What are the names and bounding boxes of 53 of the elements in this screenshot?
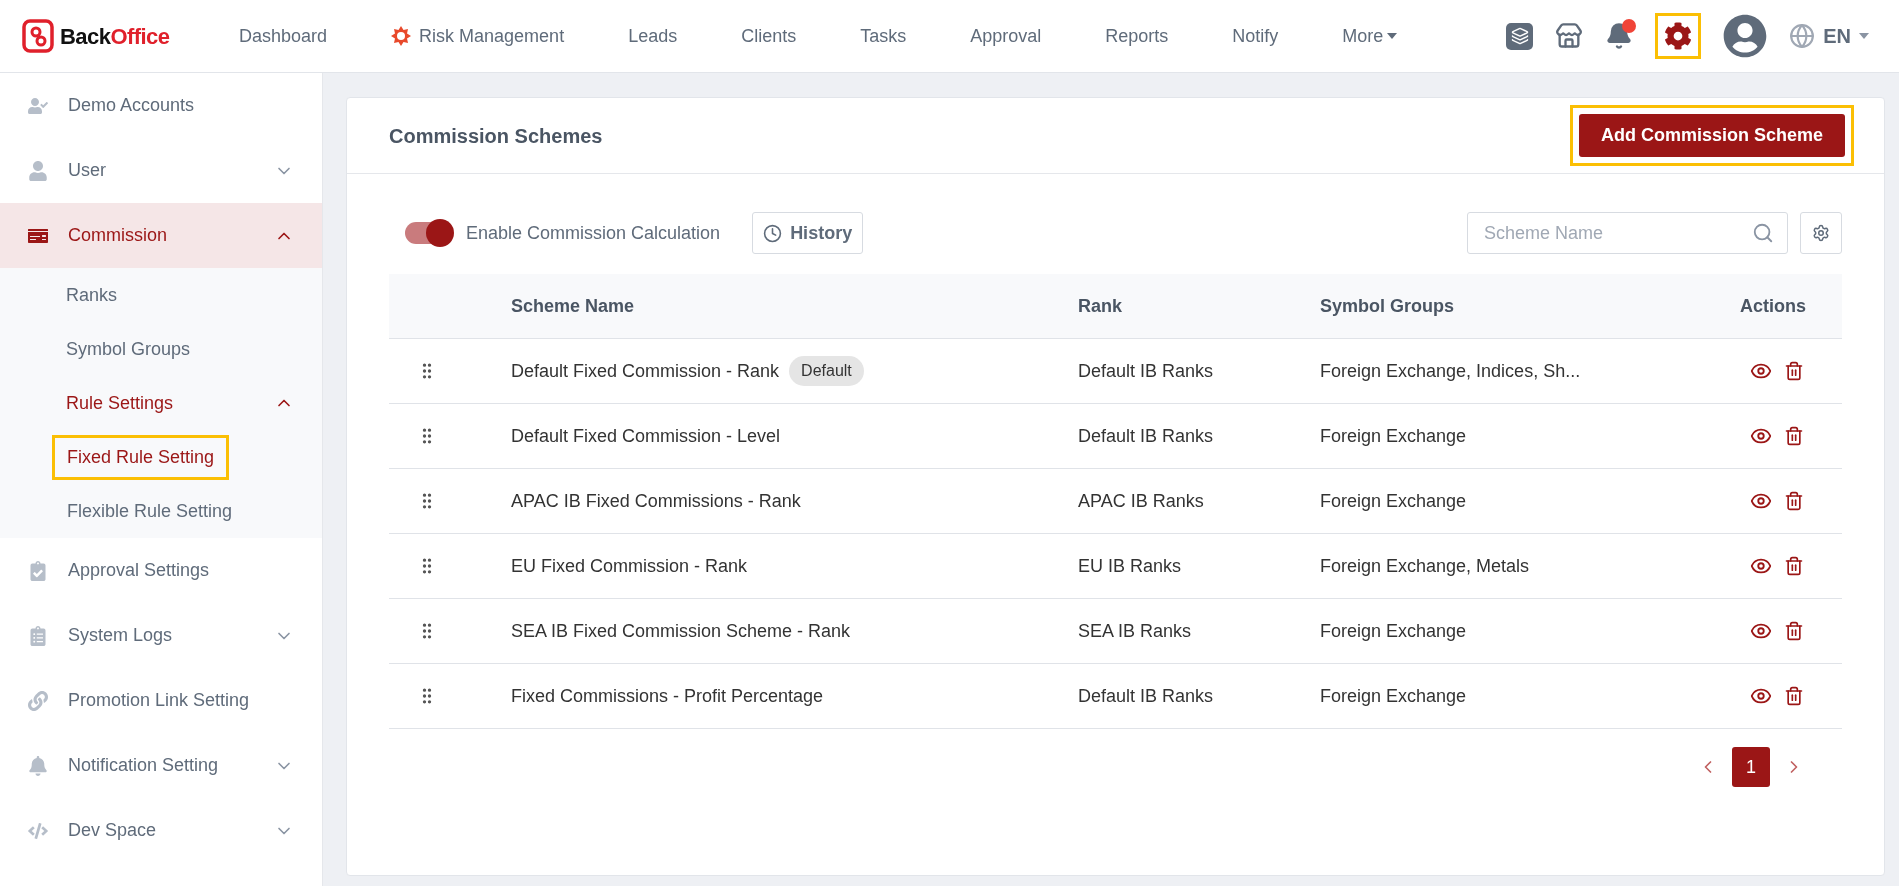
symbol-groups-cell-text: Foreign Exchange — [1320, 424, 1468, 448]
scheme-name: Fixed Commissions - Profit Percentage — [511, 684, 824, 708]
scheme-name: Default Fixed Commission - Level — [511, 424, 781, 448]
submenu-item[interactable]: Ranks — [66, 281, 294, 309]
scheme-name: APAC IB Fixed Commissions - Rank — [511, 489, 801, 513]
rank-cell-text: Default IB Ranks — [1078, 684, 1215, 708]
page-button[interactable]: 1 — [1732, 747, 1770, 787]
column-header: Actions — [1740, 294, 1807, 318]
rank-cell-text: EU IB Ranks — [1078, 554, 1183, 578]
submenu-item[interactable]: Fixed Rule Setting — [52, 434, 230, 480]
symbol-groups-cell-text: Foreign Exchange — [1320, 684, 1468, 708]
column-header: Scheme Name — [511, 294, 636, 318]
column-header: Rank — [1078, 294, 1123, 318]
symbol-groups-cell-text: Foreign Exchange — [1320, 489, 1468, 513]
submenu-item[interactable]: Symbol Groups — [66, 335, 294, 363]
language-select[interactable]: EN — [1789, 21, 1869, 51]
default-tag: Default — [789, 356, 864, 386]
nav-link[interactable]: Reports — [1105, 22, 1169, 50]
nav-link[interactable]: Risk Management — [391, 22, 565, 50]
submenu-item[interactable]: Flexible Rule Setting — [52, 488, 248, 534]
rank-cell-text: APAC IB Ranks — [1078, 489, 1205, 513]
nav-link[interactable]: Notify — [1232, 22, 1279, 50]
nav-link[interactable]: Leads — [628, 22, 678, 50]
nav-dropdown[interactable]: More — [1342, 22, 1398, 50]
column-header: Symbol Groups — [1320, 294, 1455, 318]
nav-link[interactable]: Tasks — [860, 22, 907, 50]
sidebar-item[interactable]: Commission — [0, 203, 322, 268]
brand-name: BackOffice — [60, 22, 170, 51]
scheme-name: Default Fixed Commission - Rank — [511, 359, 780, 383]
symbol-groups-cell-text: Foreign Exchange, Metals — [1320, 554, 1531, 578]
symbol-groups-cell-text: Foreign Exchange, Indices, Sh... — [1320, 359, 1582, 383]
history-button[interactable]: History — [752, 212, 864, 254]
search-field[interactable]: Scheme Name — [1467, 212, 1788, 254]
sidebar-item[interactable]: User — [0, 138, 322, 203]
sidebar-item[interactable]: Notification Setting — [0, 733, 322, 798]
nav-link[interactable]: Dashboard — [239, 22, 328, 50]
submenu-item[interactable]: Rule Settings — [66, 389, 294, 417]
nav-link[interactable]: Approval — [970, 22, 1042, 50]
symbol-groups-cell-text: Foreign Exchange — [1320, 619, 1468, 643]
toggle-label: Enable Commission Calculation — [466, 221, 721, 245]
add-scheme-button[interactable]: Add Commission Scheme — [1578, 114, 1845, 157]
rank-cell-text: Default IB Ranks — [1078, 424, 1215, 448]
sidebar-item[interactable]: Approval Settings — [0, 538, 322, 603]
nav-link[interactable]: Clients — [741, 22, 797, 50]
card-title: Commission Schemes — [389, 123, 604, 149]
sidebar-item[interactable]: Dev Space — [0, 798, 322, 863]
scheme-name: EU Fixed Commission - Rank — [511, 554, 748, 578]
rank-cell-text: SEA IB Ranks — [1078, 619, 1193, 643]
sidebar-item[interactable]: Promotion Link Setting — [0, 668, 322, 733]
scheme-name: SEA IB Fixed Commission Scheme - Rank — [511, 619, 851, 643]
sidebar-item[interactable]: System Logs — [0, 603, 322, 668]
rank-cell-text: Default IB Ranks — [1078, 359, 1215, 383]
sidebar-item[interactable]: Demo Accounts — [0, 73, 322, 138]
